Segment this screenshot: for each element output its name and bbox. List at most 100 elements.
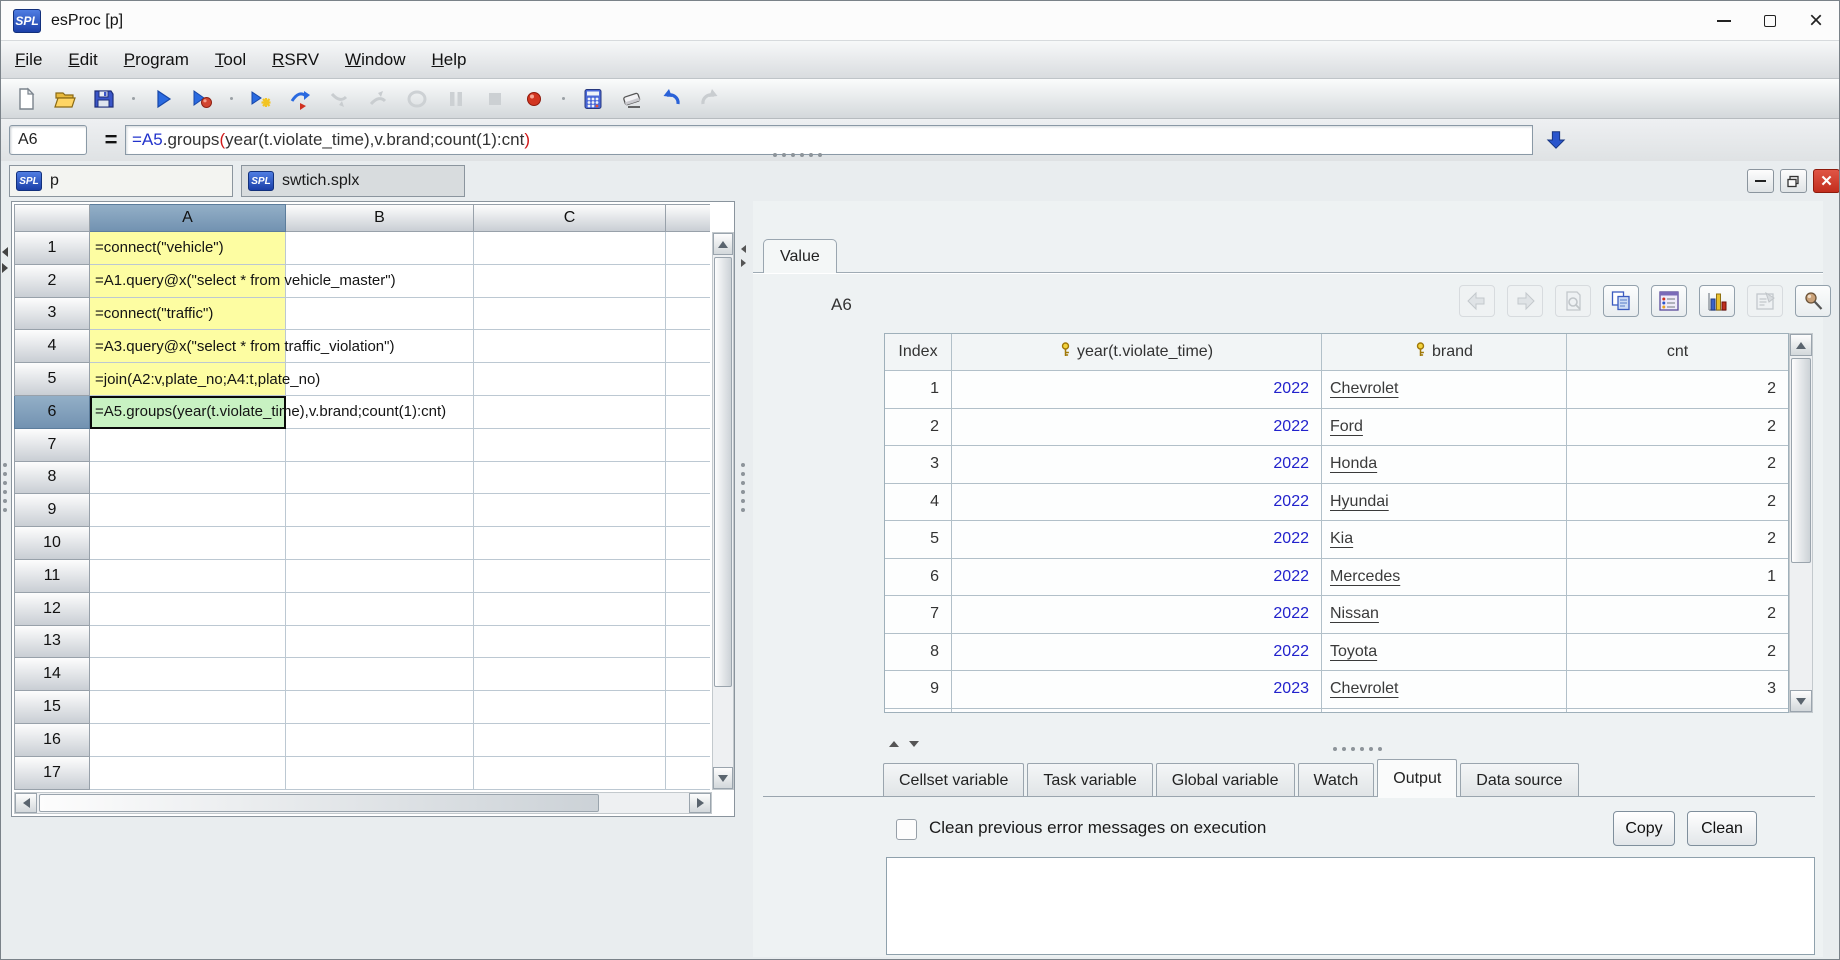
calc-current-cell-icon[interactable] <box>248 86 274 112</box>
cell-D5[interactable] <box>666 363 710 396</box>
window-close-button[interactable]: × <box>1793 1 1839 41</box>
tab-data-source[interactable]: Data source <box>1460 763 1579 797</box>
menu-item-file[interactable]: File <box>15 50 42 70</box>
cell-A16[interactable] <box>90 723 286 757</box>
execute-debug-icon[interactable] <box>189 86 215 112</box>
save-icon[interactable] <box>91 86 117 112</box>
cell-D6[interactable] <box>666 396 710 429</box>
grid-corner-cell[interactable] <box>14 204 90 232</box>
cell-C7[interactable] <box>474 428 666 462</box>
cell-A12[interactable] <box>90 592 286 626</box>
scroll-down-button[interactable] <box>713 767 733 789</box>
cell-A6[interactable]: =A5.groups(year(t.violate_time),v.brand;… <box>90 395 446 429</box>
cell-B16[interactable] <box>286 723 474 757</box>
row-header-4[interactable]: 4 <box>14 330 90 364</box>
row-header-6[interactable]: 6 <box>14 395 90 429</box>
cell-C13[interactable] <box>474 625 666 659</box>
row-header-17[interactable]: 17 <box>14 756 90 790</box>
tab-watch[interactable]: Watch <box>1297 763 1375 797</box>
clean-errors-checkbox[interactable] <box>896 819 917 840</box>
menu-item-program[interactable]: Program <box>124 50 189 70</box>
tab-output[interactable]: Output <box>1377 759 1458 798</box>
bottom-splitter-arrows[interactable] <box>889 741 919 747</box>
detail-list-button[interactable] <box>1651 285 1687 317</box>
window-maximize-button[interactable] <box>1747 1 1793 41</box>
cell-ref-box[interactable]: A6 <box>9 125 87 155</box>
cell-C14[interactable] <box>474 658 666 692</box>
row-header-13[interactable]: 13 <box>14 625 90 659</box>
breakpoint-icon[interactable] <box>521 86 547 112</box>
formula-expand-button[interactable] <box>1541 125 1571 155</box>
row-header-9[interactable]: 9 <box>14 494 90 528</box>
tab-cellset-variable[interactable]: Cellset variable <box>883 763 1025 797</box>
frame-restore-button[interactable] <box>1780 169 1807 193</box>
frame-minimize-button[interactable] <box>1747 169 1774 193</box>
copy-data-button[interactable] <box>1603 285 1639 317</box>
clear-cells-icon[interactable] <box>619 86 645 112</box>
value-table-scrollbar[interactable] <box>1789 333 1813 713</box>
scroll-up-button[interactable] <box>713 233 733 255</box>
file-tab-swtich.splx[interactable]: SPL swtich.splx <box>241 165 465 197</box>
new-file-icon[interactable] <box>13 86 39 112</box>
right-collapse-handle[interactable] <box>741 245 746 267</box>
cell-D15[interactable] <box>666 691 710 724</box>
cell-D4[interactable] <box>666 330 710 364</box>
cell-D10[interactable] <box>666 527 710 560</box>
pin-button[interactable] <box>1795 285 1831 317</box>
cell-B14[interactable] <box>286 658 474 692</box>
cell-C10[interactable] <box>474 527 666 560</box>
cell-B10[interactable] <box>286 527 474 560</box>
cell-D17[interactable] <box>666 757 710 790</box>
column-header-year(t.violate_time)[interactable]: year(t.violate_time) <box>952 334 1322 371</box>
cell-D9[interactable] <box>666 494 710 528</box>
cell-B13[interactable] <box>286 625 474 659</box>
clean-button[interactable]: Clean <box>1687 811 1757 846</box>
cell-A4[interactable]: =A3.query@x("select * from traffic_viola… <box>90 330 394 364</box>
cell-B12[interactable] <box>286 592 474 626</box>
scroll-down-button[interactable] <box>1790 690 1812 712</box>
cell-B7[interactable] <box>286 428 474 462</box>
column-header-cnt[interactable]: cnt <box>1567 334 1788 371</box>
row-header-5[interactable]: 5 <box>14 363 90 396</box>
column-header-partial[interactable] <box>666 204 710 232</box>
tab-value[interactable]: Value <box>763 239 837 273</box>
row-header-14[interactable]: 14 <box>14 658 90 692</box>
grid-hscrollbar[interactable] <box>14 792 712 814</box>
cell-A7[interactable] <box>90 428 286 462</box>
cell-C1[interactable] <box>474 232 666 265</box>
calculator-icon[interactable] <box>580 86 606 112</box>
output-console[interactable] <box>886 857 1815 955</box>
cell-B11[interactable] <box>286 559 474 593</box>
menu-item-rsrv[interactable]: RSRV <box>272 50 319 70</box>
cell-A2[interactable]: =A1.query@x("select * from vehicle_maste… <box>90 264 396 298</box>
cell-D2[interactable] <box>666 265 710 298</box>
scroll-right-button[interactable] <box>689 793 711 813</box>
menu-item-edit[interactable]: Edit <box>68 50 97 70</box>
row-header-12[interactable]: 12 <box>14 592 90 626</box>
panel-splitter[interactable] <box>741 463 745 512</box>
grid-vscrollbar[interactable] <box>712 232 734 790</box>
cell-C8[interactable] <box>474 461 666 495</box>
menu-item-tool[interactable]: Tool <box>215 50 246 70</box>
left-collapse-handle[interactable] <box>2 247 8 273</box>
cell-D16[interactable] <box>666 724 710 757</box>
tab-global-variable[interactable]: Global variable <box>1155 763 1295 797</box>
undo-icon[interactable] <box>658 86 684 112</box>
cell-C6[interactable] <box>474 395 666 429</box>
cell-C11[interactable] <box>474 559 666 593</box>
cell-A10[interactable] <box>90 527 286 560</box>
row-header-3[interactable]: 3 <box>14 297 90 331</box>
cell-B1[interactable] <box>286 232 474 265</box>
cell-D14[interactable] <box>666 658 710 692</box>
cell-D7[interactable] <box>666 429 710 462</box>
vscroll-thumb[interactable] <box>714 257 732 687</box>
cell-C2[interactable] <box>474 264 666 298</box>
cell-C5[interactable] <box>474 363 666 396</box>
cell-D11[interactable] <box>666 560 710 593</box>
cell-A8[interactable] <box>90 461 286 495</box>
row-header-16[interactable]: 16 <box>14 723 90 757</box>
cell-A11[interactable] <box>90 559 286 593</box>
cell-A15[interactable] <box>90 691 286 724</box>
cell-D13[interactable] <box>666 626 710 659</box>
draw-chart-button[interactable] <box>1699 285 1735 317</box>
